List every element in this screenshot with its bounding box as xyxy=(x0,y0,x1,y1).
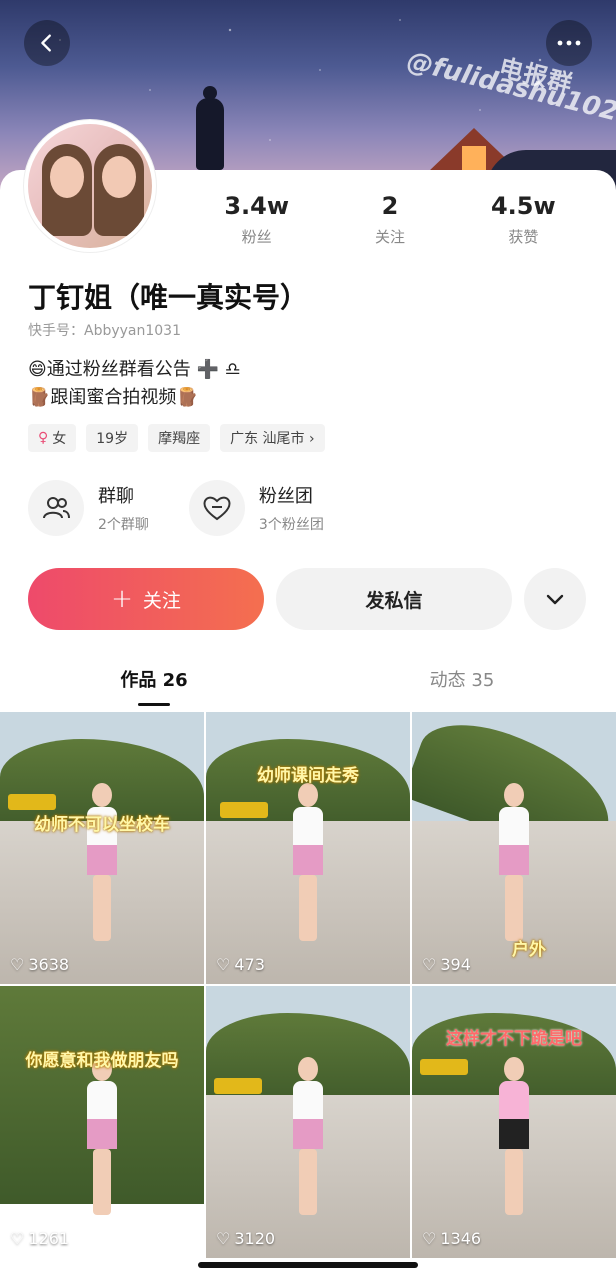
heart-icon: ♡ xyxy=(422,955,437,974)
video-caption: 这样才不下跪是吧 xyxy=(446,1029,582,1050)
profile-bio: 😄通过粉丝群看公告 ➕ ♎ 🪵跟闺蜜合拍视频🪵 xyxy=(28,356,241,412)
chevron-left-icon xyxy=(41,34,51,52)
tent-light xyxy=(462,146,486,172)
profile-name: 丁钉姐（唯一真实号） xyxy=(28,281,309,314)
video-likes: ♡ 3638 xyxy=(10,955,69,974)
likes-count: 3120 xyxy=(234,1229,276,1248)
video-caption: 幼师课间走秀 xyxy=(257,765,359,786)
more-actions-button[interactable] xyxy=(524,568,586,630)
video-thumbnail[interactable]: 户外 ♡ 394 xyxy=(412,712,616,984)
avatar[interactable] xyxy=(24,120,156,252)
video-thumbnail[interactable]: 这样才不下跪是吧 ♡ 1346 xyxy=(412,986,616,1258)
stat-following[interactable]: 2 关注 xyxy=(323,192,456,247)
more-dots-icon xyxy=(557,40,581,46)
tab-works[interactable]: 作品 26 xyxy=(0,666,308,706)
group-sub: 3个粉丝团 xyxy=(258,517,324,533)
follow-label: 关注 xyxy=(142,589,181,612)
heart-icon: ♡ xyxy=(10,955,25,974)
video-likes: ♡ 394 xyxy=(422,955,471,974)
group-sub: 2个群聊 xyxy=(98,517,149,533)
more-button[interactable] xyxy=(546,20,592,66)
likes-count: 394 xyxy=(440,955,471,974)
profile-groups: 群聊 2个群聊 粉丝团 3个粉丝团 xyxy=(28,480,324,536)
heart-icon: ♡ xyxy=(422,1229,437,1248)
group-title: 群聊 xyxy=(98,486,134,507)
likes-count: 1346 xyxy=(440,1229,482,1248)
bio-line: 😄通过粉丝群看公告 ➕ ♎ xyxy=(28,359,241,380)
video-likes: ♡ 1346 xyxy=(422,1229,481,1248)
tag-gender: ♀ 女 xyxy=(28,424,77,452)
video-grid: 幼师不可以坐校车 ♡ 3638 幼师课间走秀 ♡ 473 户外 ♡ 394 你愿意和我… xyxy=(0,712,616,1258)
heart-icon: ♡ xyxy=(10,1229,25,1248)
heart-icon: ♡ xyxy=(216,1229,231,1248)
content-tabs: 作品 26 动态 35 xyxy=(0,666,616,706)
heart-icon: ♡ xyxy=(216,955,231,974)
video-thumbnail[interactable]: 幼师不可以坐校车 ♡ 3638 xyxy=(0,712,204,984)
follow-button[interactable]: + 关注 xyxy=(28,568,264,630)
video-caption: 你愿意和我做朋友吗 xyxy=(25,1050,179,1071)
avatar-photo xyxy=(28,124,152,248)
stat-label: 粉丝 xyxy=(241,228,272,246)
video-thumbnail[interactable]: 你愿意和我做朋友吗 ♡ 1261 xyxy=(0,986,204,1258)
back-button[interactable] xyxy=(24,20,70,66)
tag-location[interactable]: 广东 汕尾市 › xyxy=(220,424,325,452)
kuaishou-id: 快手号：Abbyyan1031 xyxy=(28,323,182,339)
likes-count: 473 xyxy=(234,955,265,974)
stat-label: 关注 xyxy=(374,228,405,246)
stat-number: 3.4w xyxy=(224,192,289,220)
profile-tags: ♀ 女 19岁 摩羯座 广东 汕尾市 › xyxy=(28,424,325,452)
likes-count: 1261 xyxy=(28,1229,70,1248)
group-title: 粉丝团 xyxy=(258,486,313,507)
stat-fans[interactable]: 3.4w 粉丝 xyxy=(190,192,323,247)
tab-moments[interactable]: 动态 35 xyxy=(308,666,616,706)
tag-label: 女 xyxy=(52,431,67,447)
tag-zodiac: 摩羯座 xyxy=(148,424,211,452)
group-chat-entry[interactable]: 群聊 2个群聊 xyxy=(28,480,149,536)
profile-actions: + 关注 发私信 xyxy=(28,568,586,630)
female-icon: ♀ xyxy=(38,430,49,446)
fan-club-entry[interactable]: 粉丝团 3个粉丝团 xyxy=(188,480,324,536)
profile-stats: 3.4w 粉丝 2 关注 4.5w 获赞 xyxy=(190,192,590,247)
fan-club-icon xyxy=(188,480,245,536)
video-caption: 户外 xyxy=(512,940,546,961)
group-chat-icon xyxy=(28,480,84,536)
video-thumbnail[interactable]: 幼师课间走秀 ♡ 473 xyxy=(206,712,410,984)
message-button[interactable]: 发私信 xyxy=(276,568,512,630)
home-indicator[interactable] xyxy=(198,1262,418,1268)
stat-number: 4.5w xyxy=(490,192,556,220)
video-caption: 幼师不可以坐校车 xyxy=(34,814,170,835)
video-thumbnail[interactable]: ♡ 3120 xyxy=(206,986,410,1258)
stat-number: 2 xyxy=(381,192,399,220)
video-likes: ♡ 473 xyxy=(216,955,265,974)
person-silhouette xyxy=(196,86,224,170)
bio-line: 🪵跟闺蜜合拍视频🪵 xyxy=(28,387,199,408)
likes-count: 3638 xyxy=(28,955,70,974)
stat-label: 获赞 xyxy=(508,228,539,246)
video-likes: ♡ 3120 xyxy=(216,1229,275,1248)
video-likes: ♡ 1261 xyxy=(10,1229,69,1248)
tag-age: 19岁 xyxy=(86,424,139,452)
chevron-down-icon xyxy=(546,594,564,605)
plus-icon: + xyxy=(111,584,133,614)
stat-likes[interactable]: 4.5w 获赞 xyxy=(457,192,590,247)
